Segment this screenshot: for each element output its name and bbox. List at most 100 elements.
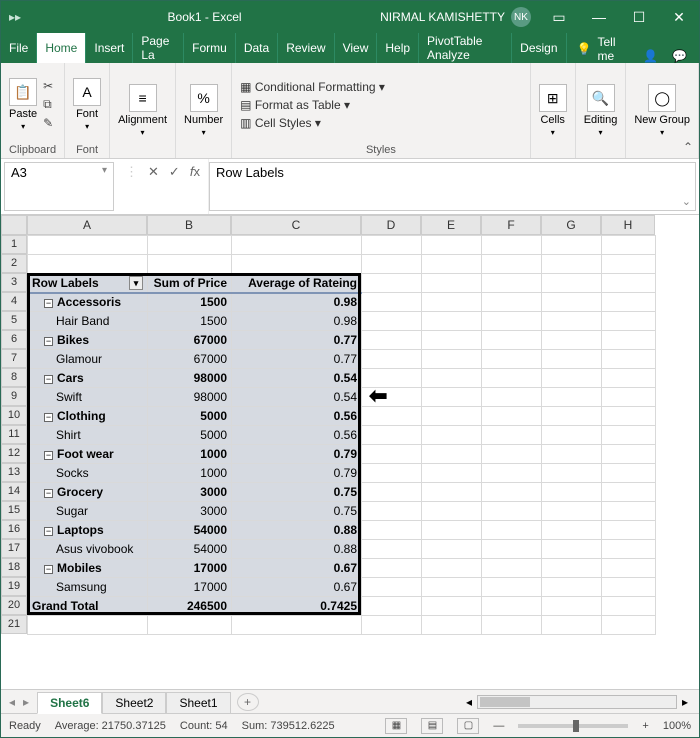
cell-H8[interactable] bbox=[602, 369, 656, 388]
cell-B9[interactable]: 98000 bbox=[148, 388, 232, 407]
cell-A13[interactable]: Socks bbox=[28, 464, 148, 483]
cell-C5[interactable]: 0.98 bbox=[232, 312, 362, 331]
cell-F12[interactable] bbox=[482, 445, 542, 464]
cell-C21[interactable] bbox=[232, 616, 362, 635]
cell-G1[interactable] bbox=[542, 236, 602, 255]
cell-B19[interactable]: 17000 bbox=[148, 578, 232, 597]
cell-E1[interactable] bbox=[422, 236, 482, 255]
tab-view[interactable]: View bbox=[335, 33, 378, 63]
cell-H16[interactable] bbox=[602, 521, 656, 540]
alignment-button[interactable]: ≡Alignment▾ bbox=[118, 84, 167, 137]
cut-icon[interactable]: ✂ bbox=[43, 79, 53, 93]
cell-A8[interactable]: −Cars bbox=[28, 369, 148, 388]
cell-A5[interactable]: Hair Band bbox=[28, 312, 148, 331]
collapse-icon[interactable]: − bbox=[44, 565, 53, 574]
sheet-tab-sheet6[interactable]: Sheet6 bbox=[37, 692, 102, 714]
cell-E10[interactable] bbox=[422, 407, 482, 426]
cell-D16[interactable] bbox=[362, 521, 422, 540]
select-all-corner[interactable] bbox=[1, 215, 27, 235]
cell-G2[interactable] bbox=[542, 255, 602, 274]
cell-F2[interactable] bbox=[482, 255, 542, 274]
format-painter-icon[interactable]: ✎ bbox=[43, 116, 53, 130]
cell-G19[interactable] bbox=[542, 578, 602, 597]
cell-H13[interactable] bbox=[602, 464, 656, 483]
cell-C8[interactable]: 0.54 bbox=[232, 369, 362, 388]
cells-button[interactable]: ⊞Cells▾ bbox=[539, 84, 567, 137]
cell-F9[interactable] bbox=[482, 388, 542, 407]
collapse-icon[interactable]: − bbox=[44, 299, 53, 308]
cell-C19[interactable]: 0.67 bbox=[232, 578, 362, 597]
conditional-formatting-button[interactable]: ▦ Conditional Formatting ▾ bbox=[240, 80, 385, 94]
cell-D18[interactable] bbox=[362, 559, 422, 578]
cell-F10[interactable] bbox=[482, 407, 542, 426]
cell-E12[interactable] bbox=[422, 445, 482, 464]
cell-G3[interactable] bbox=[542, 274, 602, 293]
cell-A14[interactable]: −Grocery bbox=[28, 483, 148, 502]
cell-E14[interactable] bbox=[422, 483, 482, 502]
cell-H6[interactable] bbox=[602, 331, 656, 350]
cell-B8[interactable]: 98000 bbox=[148, 369, 232, 388]
cell-H10[interactable] bbox=[602, 407, 656, 426]
column-header-f[interactable]: F bbox=[481, 215, 541, 235]
cell-C10[interactable]: 0.56 bbox=[232, 407, 362, 426]
row-header-14[interactable]: 14 bbox=[1, 482, 27, 501]
cell-F16[interactable] bbox=[482, 521, 542, 540]
cell-B10[interactable]: 5000 bbox=[148, 407, 232, 426]
cell-F20[interactable] bbox=[482, 597, 542, 616]
cell-A10[interactable]: −Clothing bbox=[28, 407, 148, 426]
cell-D17[interactable] bbox=[362, 540, 422, 559]
row-header-10[interactable]: 10 bbox=[1, 406, 27, 425]
cell-C3[interactable]: Average of Rateing bbox=[232, 274, 362, 293]
cell-B13[interactable]: 1000 bbox=[148, 464, 232, 483]
cell-A2[interactable] bbox=[28, 255, 148, 274]
cell-C1[interactable] bbox=[232, 236, 362, 255]
cell-F18[interactable] bbox=[482, 559, 542, 578]
cell-A1[interactable] bbox=[28, 236, 148, 255]
row-header-1[interactable]: 1 bbox=[1, 235, 27, 254]
cell-A15[interactable]: Sugar bbox=[28, 502, 148, 521]
zoom-in-button[interactable]: + bbox=[642, 720, 648, 732]
cell-G16[interactable] bbox=[542, 521, 602, 540]
cell-E15[interactable] bbox=[422, 502, 482, 521]
row-headers[interactable]: 123456789101112131415161718192021 bbox=[1, 235, 27, 635]
cell-H3[interactable] bbox=[602, 274, 656, 293]
cell-C7[interactable]: 0.77 bbox=[232, 350, 362, 369]
cell-A7[interactable]: Glamour bbox=[28, 350, 148, 369]
cell-F14[interactable] bbox=[482, 483, 542, 502]
sheet-tab-sheet1[interactable]: Sheet1 bbox=[166, 692, 230, 714]
column-header-e[interactable]: E bbox=[421, 215, 481, 235]
cell-A12[interactable]: −Foot wear bbox=[28, 445, 148, 464]
cell-D11[interactable] bbox=[362, 426, 422, 445]
tab-page-layout[interactable]: Page La bbox=[133, 33, 184, 63]
cell-C12[interactable]: 0.79 bbox=[232, 445, 362, 464]
tab-design[interactable]: Design bbox=[512, 33, 566, 63]
cell-C13[interactable]: 0.79 bbox=[232, 464, 362, 483]
collapse-ribbon-icon[interactable]: ⌃ bbox=[683, 140, 693, 154]
column-header-d[interactable]: D bbox=[361, 215, 421, 235]
cell-A16[interactable]: −Laptops bbox=[28, 521, 148, 540]
tab-file[interactable]: File bbox=[1, 33, 37, 63]
formula-input[interactable]: Row Labels ⌄ bbox=[209, 162, 696, 211]
cell-A19[interactable]: Samsung bbox=[28, 578, 148, 597]
cell-B7[interactable]: 67000 bbox=[148, 350, 232, 369]
cell-H5[interactable] bbox=[602, 312, 656, 331]
cell-H9[interactable] bbox=[602, 388, 656, 407]
cell-F8[interactable] bbox=[482, 369, 542, 388]
cell-B21[interactable] bbox=[148, 616, 232, 635]
cell-C11[interactable]: 0.56 bbox=[232, 426, 362, 445]
row-header-13[interactable]: 13 bbox=[1, 463, 27, 482]
cell-E20[interactable] bbox=[422, 597, 482, 616]
sheet-tab-sheet2[interactable]: Sheet2 bbox=[102, 692, 166, 714]
expand-formula-icon[interactable]: ⌄ bbox=[682, 195, 691, 208]
scroll-thumb[interactable] bbox=[480, 697, 530, 707]
qat-expand-icon[interactable]: ▸▸ bbox=[1, 10, 29, 24]
cell-D1[interactable] bbox=[362, 236, 422, 255]
scroll-left-icon[interactable]: ◂ bbox=[461, 695, 477, 709]
zoom-out-button[interactable]: — bbox=[493, 720, 504, 732]
cell-C18[interactable]: 0.67 bbox=[232, 559, 362, 578]
collapse-icon[interactable]: − bbox=[44, 451, 53, 460]
column-header-c[interactable]: C bbox=[231, 215, 361, 235]
cell-H21[interactable] bbox=[602, 616, 656, 635]
cell-E18[interactable] bbox=[422, 559, 482, 578]
cell-E8[interactable] bbox=[422, 369, 482, 388]
